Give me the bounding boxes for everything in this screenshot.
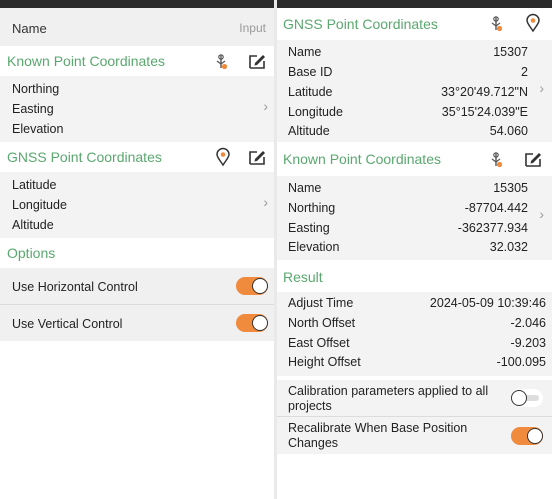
calibration-all-projects-label: Calibration parameters applied to all pr… [288, 384, 489, 413]
adjust-time-value: 2024-05-09 10:39:46 [429, 296, 546, 310]
name-input-placeholder[interactable]: Input [239, 21, 266, 35]
northing-label: Northing [12, 82, 60, 96]
elevation-label: Elevation [12, 122, 64, 136]
latitude-label: Latitude [288, 85, 333, 99]
known-point-header: Known Point Coordinates [277, 144, 552, 174]
recalibrate-label: Recalibrate When Base Position Changes [288, 421, 468, 450]
chevron-right-icon[interactable]: › [263, 98, 268, 114]
elevation-value: 32.032 [489, 240, 528, 254]
altitude-label: Altitude [12, 218, 54, 232]
latitude-label: Latitude [12, 178, 57, 192]
altitude-value: 54.060 [489, 124, 528, 138]
longitude-value: 35°15'24.039"E [441, 105, 528, 119]
use-vertical-control-toggle[interactable] [236, 314, 268, 332]
easting-label: Easting [12, 102, 54, 116]
status-bar-right [277, 0, 552, 8]
gnss-point-header: GNSS Point Coordinates [277, 8, 552, 38]
gnss-point-rows[interactable]: Name 15307 Base ID 2 Latitude 33°20'49.7… [277, 40, 552, 142]
calibration-all-projects-row: Calibration parameters applied to all pr… [277, 380, 552, 416]
use-vertical-control-row: Use Vertical Control [0, 305, 274, 341]
left-pane: Name Input Known Point Coordinates North… [0, 8, 274, 499]
result-header: Result [277, 262, 552, 292]
use-horizontal-control-label: Use Horizontal Control [12, 280, 138, 294]
gnss-point-rows[interactable]: Latitude Longitude Altitude › [0, 172, 274, 238]
rover-survey-icon[interactable] [487, 150, 507, 170]
altitude-label: Altitude [288, 124, 330, 138]
edit-icon[interactable] [523, 149, 543, 169]
recalibrate-toggle[interactable] [511, 427, 543, 445]
gnss-point-title: GNSS Point Coordinates [283, 16, 438, 32]
gnss-name-label: Name [288, 45, 322, 59]
northing-value: -87704.442 [464, 201, 528, 215]
base-id-value: 2 [521, 65, 528, 79]
adjust-time-label: Adjust Time [288, 296, 354, 310]
rover-survey-icon[interactable] [212, 52, 232, 72]
name-input-row[interactable]: Name Input [0, 8, 274, 46]
known-point-rows[interactable]: Name 15305 Northing -87704.442 Easting -… [277, 176, 552, 260]
known-name-value: 15305 [493, 181, 528, 195]
north-offset-value: -2.046 [510, 316, 546, 330]
chevron-right-icon[interactable]: › [539, 206, 544, 222]
right-pane: GNSS Point Coordinates Name 15307 Base I… [277, 8, 552, 499]
options-header: Options [0, 238, 274, 268]
known-point-title: Known Point Coordinates [283, 151, 441, 167]
edit-icon[interactable] [247, 51, 267, 71]
gnss-point-header: GNSS Point Coordinates [0, 142, 274, 172]
easting-label: Easting [288, 221, 330, 235]
height-offset-label: Height Offset [288, 355, 361, 369]
status-bar-left [0, 0, 274, 8]
known-point-rows[interactable]: Northing Easting Elevation › [0, 76, 274, 142]
height-offset-value: -100.095 [496, 355, 546, 369]
location-pin-icon[interactable] [523, 13, 543, 33]
easting-value: -362377.934 [457, 221, 528, 235]
known-name-label: Name [288, 181, 322, 195]
edit-icon[interactable] [247, 147, 267, 167]
chevron-right-icon[interactable]: › [263, 194, 268, 210]
longitude-label: Longitude [288, 105, 343, 119]
recalibrate-row: Recalibrate When Base Position Changes [277, 417, 552, 454]
use-horizontal-control-row: Use Horizontal Control [0, 268, 274, 304]
name-label: Name [12, 21, 47, 36]
calibration-all-projects-toggle[interactable] [511, 389, 543, 407]
gnss-name-value: 15307 [493, 45, 528, 59]
use-horizontal-control-toggle[interactable] [236, 277, 268, 295]
gnss-point-title: GNSS Point Coordinates [7, 149, 162, 165]
location-pin-icon[interactable] [213, 147, 233, 167]
north-offset-label: North Offset [288, 316, 356, 330]
base-id-label: Base ID [288, 65, 333, 79]
options-title: Options [7, 245, 56, 261]
result-title: Result [283, 269, 323, 285]
northing-label: Northing [288, 201, 336, 215]
east-offset-label: East Offset [288, 336, 350, 350]
elevation-label: Elevation [288, 240, 340, 254]
result-rows: Adjust Time 2024-05-09 10:39:46 North Of… [277, 292, 552, 376]
known-point-title: Known Point Coordinates [7, 53, 165, 69]
known-point-header: Known Point Coordinates [0, 46, 274, 76]
east-offset-value: -9.203 [510, 336, 546, 350]
use-vertical-control-label: Use Vertical Control [12, 317, 123, 331]
rover-survey-icon[interactable] [487, 14, 507, 34]
latitude-value: 33°20'49.712"N [441, 85, 528, 99]
longitude-label: Longitude [12, 198, 67, 212]
chevron-right-icon[interactable]: › [539, 80, 544, 96]
